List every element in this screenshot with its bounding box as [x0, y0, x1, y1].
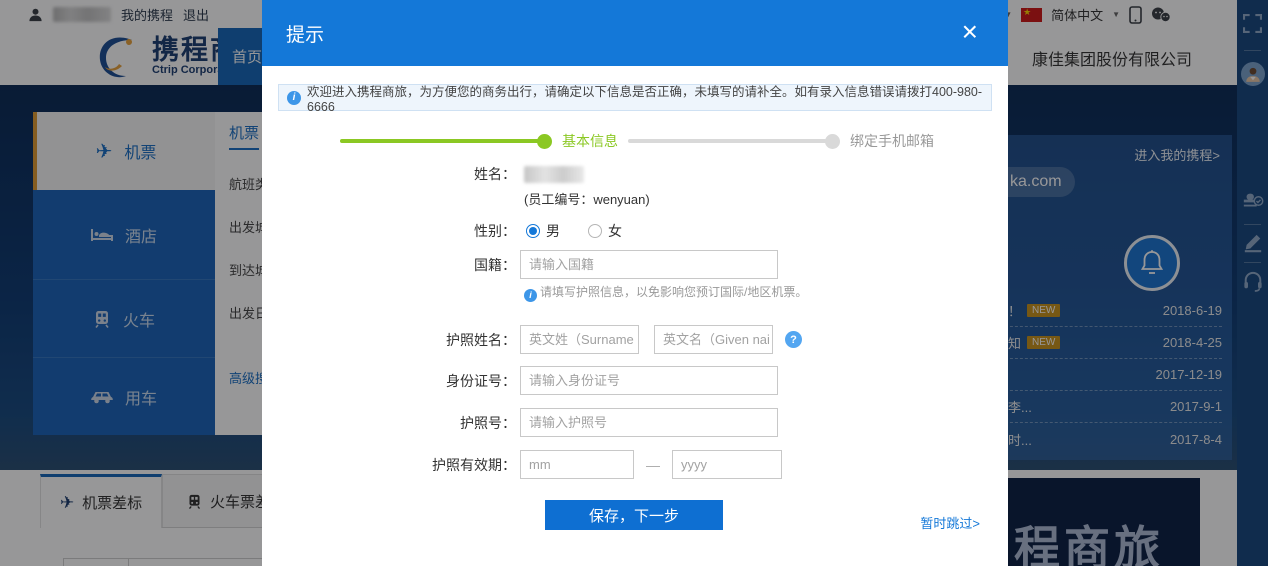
passport-validity-row: 护照有效期： — — [262, 450, 782, 479]
name-row: 姓名： — [262, 164, 584, 184]
step-line-active — [340, 139, 539, 143]
step-line-inactive — [628, 139, 827, 143]
name-value-blurred — [524, 165, 584, 183]
progress-steps: 基本信息 绑定手机邮箱 — [340, 132, 944, 150]
nationality-row: 国籍： — [262, 250, 778, 279]
notice-text: 欢迎进入携程商旅，为方便您的商务出行，请确定以下信息是否正确，未填写的请补全。如… — [307, 85, 983, 114]
employee-no: (员工编号：wenyuan) — [524, 192, 650, 207]
radio-female[interactable] — [588, 224, 602, 238]
passport-hint: i 请填写护照信息，以免影响您预订国际/地区机票。 — [524, 284, 820, 302]
passport-validity-label: 护照有效期： — [432, 456, 516, 473]
id-number-label: 身份证号： — [446, 372, 516, 389]
id-number-input[interactable] — [520, 366, 778, 395]
passport-name-row: 护照姓名： ? — [262, 325, 802, 354]
passport-name-label: 护照姓名： — [446, 331, 516, 348]
step-label-basic-info: 基本信息 — [562, 133, 618, 149]
given-name-input[interactable] — [654, 325, 773, 354]
skip-link[interactable]: 暂时跳过> — [920, 513, 980, 532]
info-icon: i — [524, 288, 537, 302]
notice-banner: i 欢迎进入携程商旅，为方便您的商务出行，请确定以下信息是否正确，未填写的请补全… — [278, 84, 992, 114]
nationality-label: 国籍： — [474, 256, 516, 273]
save-next-button[interactable]: 保存，下一步 — [545, 500, 723, 530]
gender-row: 性别： 男 女 — [262, 221, 622, 241]
passport-number-label: 护照号： — [460, 414, 516, 431]
help-question-icon[interactable]: ? — [785, 331, 802, 348]
step-label-bind-phone-email: 绑定手机邮箱 — [850, 133, 934, 149]
profile-modal: 提示 × i 欢迎进入携程商旅，为方便您的商务出行，请确定以下信息是否正确，未填… — [262, 0, 1008, 566]
passport-number-row: 护照号： — [262, 408, 778, 437]
nationality-input[interactable] — [520, 250, 778, 279]
close-icon[interactable]: × — [962, 18, 978, 46]
step-dot-active — [537, 133, 552, 149]
gender-label: 性别： — [474, 223, 516, 239]
screen: 我的携程 退出 6 ▼ ★ 简体中文 ▼ — [0, 0, 1268, 566]
female-label[interactable]: 女 — [608, 221, 622, 241]
validity-month-input[interactable] — [520, 450, 634, 479]
male-label[interactable]: 男 — [546, 221, 560, 241]
id-number-row: 身份证号： — [262, 366, 778, 395]
modal-header: 提示 × — [262, 0, 1008, 66]
name-label: 姓名： — [474, 166, 516, 182]
info-icon: i — [287, 90, 301, 105]
step-dot-inactive — [825, 133, 840, 149]
surname-input[interactable] — [520, 325, 639, 354]
validity-year-input[interactable] — [672, 450, 782, 479]
date-range-dash: — — [646, 456, 660, 473]
radio-male[interactable] — [526, 224, 540, 238]
passport-number-input[interactable] — [520, 408, 778, 437]
modal-title: 提示 — [286, 24, 325, 46]
